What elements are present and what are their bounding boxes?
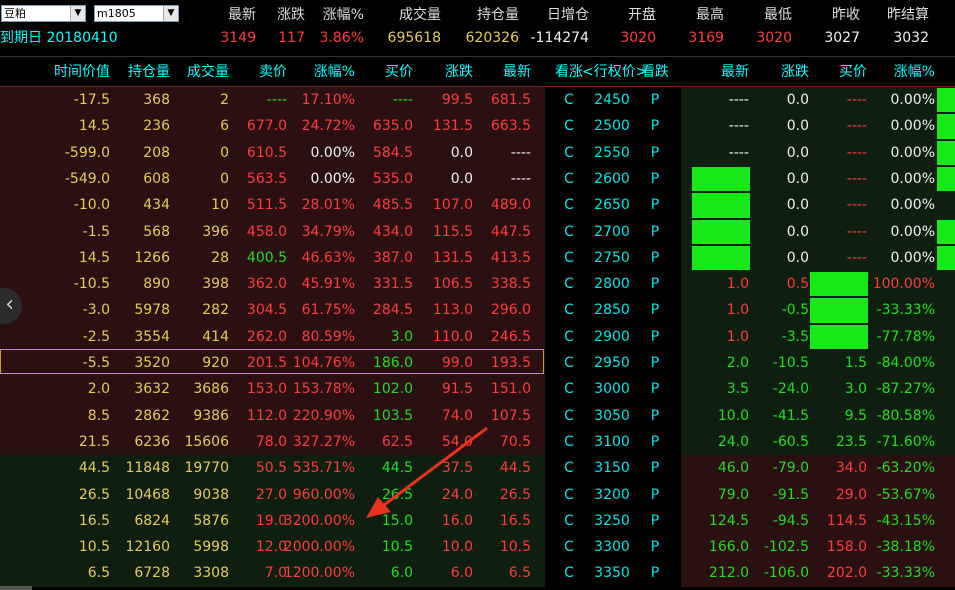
annotation-arrow-head xyxy=(366,497,391,518)
annotation-arrow-shaft xyxy=(379,426,488,510)
option-quote-window: { "selector": {"product": "豆粕", "contrac… xyxy=(0,0,955,590)
horizontal-scrollbar[interactable] xyxy=(0,586,32,590)
annotation-arrow xyxy=(366,426,488,518)
